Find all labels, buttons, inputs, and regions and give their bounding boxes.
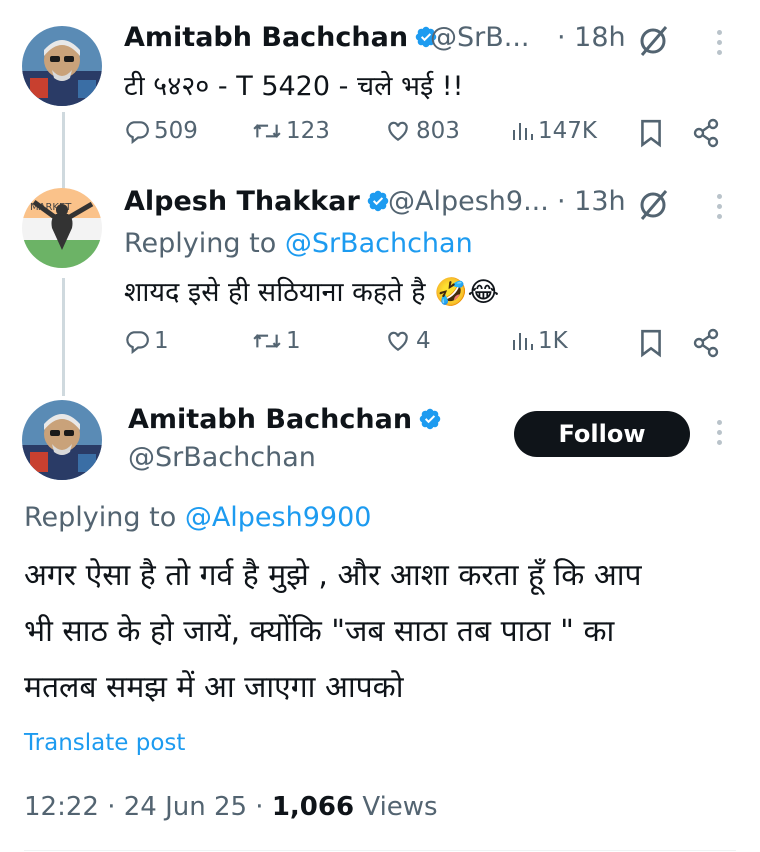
share-icon[interactable] [692,328,720,358]
verified-badge-icon [419,408,441,430]
author-handle[interactable]: @Alpesh9... [388,186,549,217]
repost-icon [253,334,281,348]
views-count: 147K [538,118,597,144]
reply-icon [126,331,149,354]
avatar[interactable] [22,400,102,480]
like-button[interactable]: 4 [384,328,431,354]
follow-button[interactable]: Follow [514,411,690,457]
translate-post-link[interactable]: Translate post [24,730,185,756]
views-button[interactable]: 147K [510,118,597,144]
like-icon [388,331,408,351]
author-handle[interactable]: @SrB... [430,22,530,53]
views-label: Views [354,792,438,822]
timestamp[interactable]: · 13h [557,186,626,217]
replying-to: Replying to @SrBachchan [124,228,473,259]
views-icon [513,123,533,140]
tweet-text-line-3: मतलब समझ में आ जाएगा आपको [24,670,404,705]
thread-line [62,112,65,192]
reply-button[interactable]: 1 [124,328,169,354]
verified-badge-icon [367,190,389,212]
reply-count: 509 [154,118,198,144]
grok-icon[interactable] [636,24,670,58]
repost-count: 123 [286,118,330,144]
tweet-text-content: शायद इसे ही सठियाना कहते है [124,277,426,308]
tweet-text-line-1: अगर ऐसा है तो गर्व है मुझे , और आशा करता… [24,558,642,593]
replying-handle-link[interactable]: @Alpesh9900 [185,502,372,533]
like-count: 4 [416,328,431,354]
more-icon[interactable] [717,420,723,445]
reply-count: 1 [154,328,169,354]
share-icon[interactable] [692,118,720,148]
tweet-text: टी ५४२० - T 5420 - चले भई !! [124,71,464,102]
grok-icon[interactable] [636,188,670,222]
tweet-text: शायद इसे ही सठियाना कहते है 🤣😂 [124,272,499,309]
repost-button[interactable]: 123 [252,118,330,144]
author-name[interactable]: Amitabh Bachchan [124,22,408,53]
views-icon [513,333,533,350]
reply-icon [126,121,149,144]
tweet-text-line-2: भी साठ के हो जायें, क्योंकि "जब साठा तब … [24,614,615,649]
divider [24,850,736,851]
replying-handle-link[interactable]: @SrBachchan [285,228,473,259]
author-name[interactable]: Alpesh Thakkar [124,186,360,217]
post-metadata: 12:22 · 24 Jun 25 · 1,066 Views [24,792,438,822]
like-icon [388,121,408,141]
avatar[interactable] [22,26,102,106]
bookmark-icon[interactable] [638,118,664,148]
emoji: 🤣😂 [434,277,500,308]
replying-prefix: Replying to [24,502,185,533]
repost-button[interactable]: 1 [252,328,301,354]
timestamp[interactable]: · 18h [557,22,626,53]
like-button[interactable]: 803 [384,118,460,144]
thread-line [62,278,65,396]
author-name[interactable]: Amitabh Bachchan [128,404,412,435]
more-icon[interactable] [717,194,723,219]
author-handle[interactable]: @SrBachchan [128,442,316,473]
post-time[interactable]: 12:22 · 24 Jun 25 · [24,792,272,822]
repost-count: 1 [286,328,301,354]
avatar[interactable]: MARKET [22,188,102,268]
reply-button[interactable]: 509 [124,118,198,144]
more-icon[interactable] [717,30,723,55]
replying-to: Replying to @Alpesh9900 [24,502,371,533]
bookmark-icon[interactable] [638,328,664,358]
repost-icon [253,124,281,138]
views-count: 1,066 [271,792,355,822]
views-button[interactable]: 1K [510,328,568,354]
views-count: 1K [538,328,568,354]
replying-prefix: Replying to [124,228,285,259]
like-count: 803 [416,118,460,144]
